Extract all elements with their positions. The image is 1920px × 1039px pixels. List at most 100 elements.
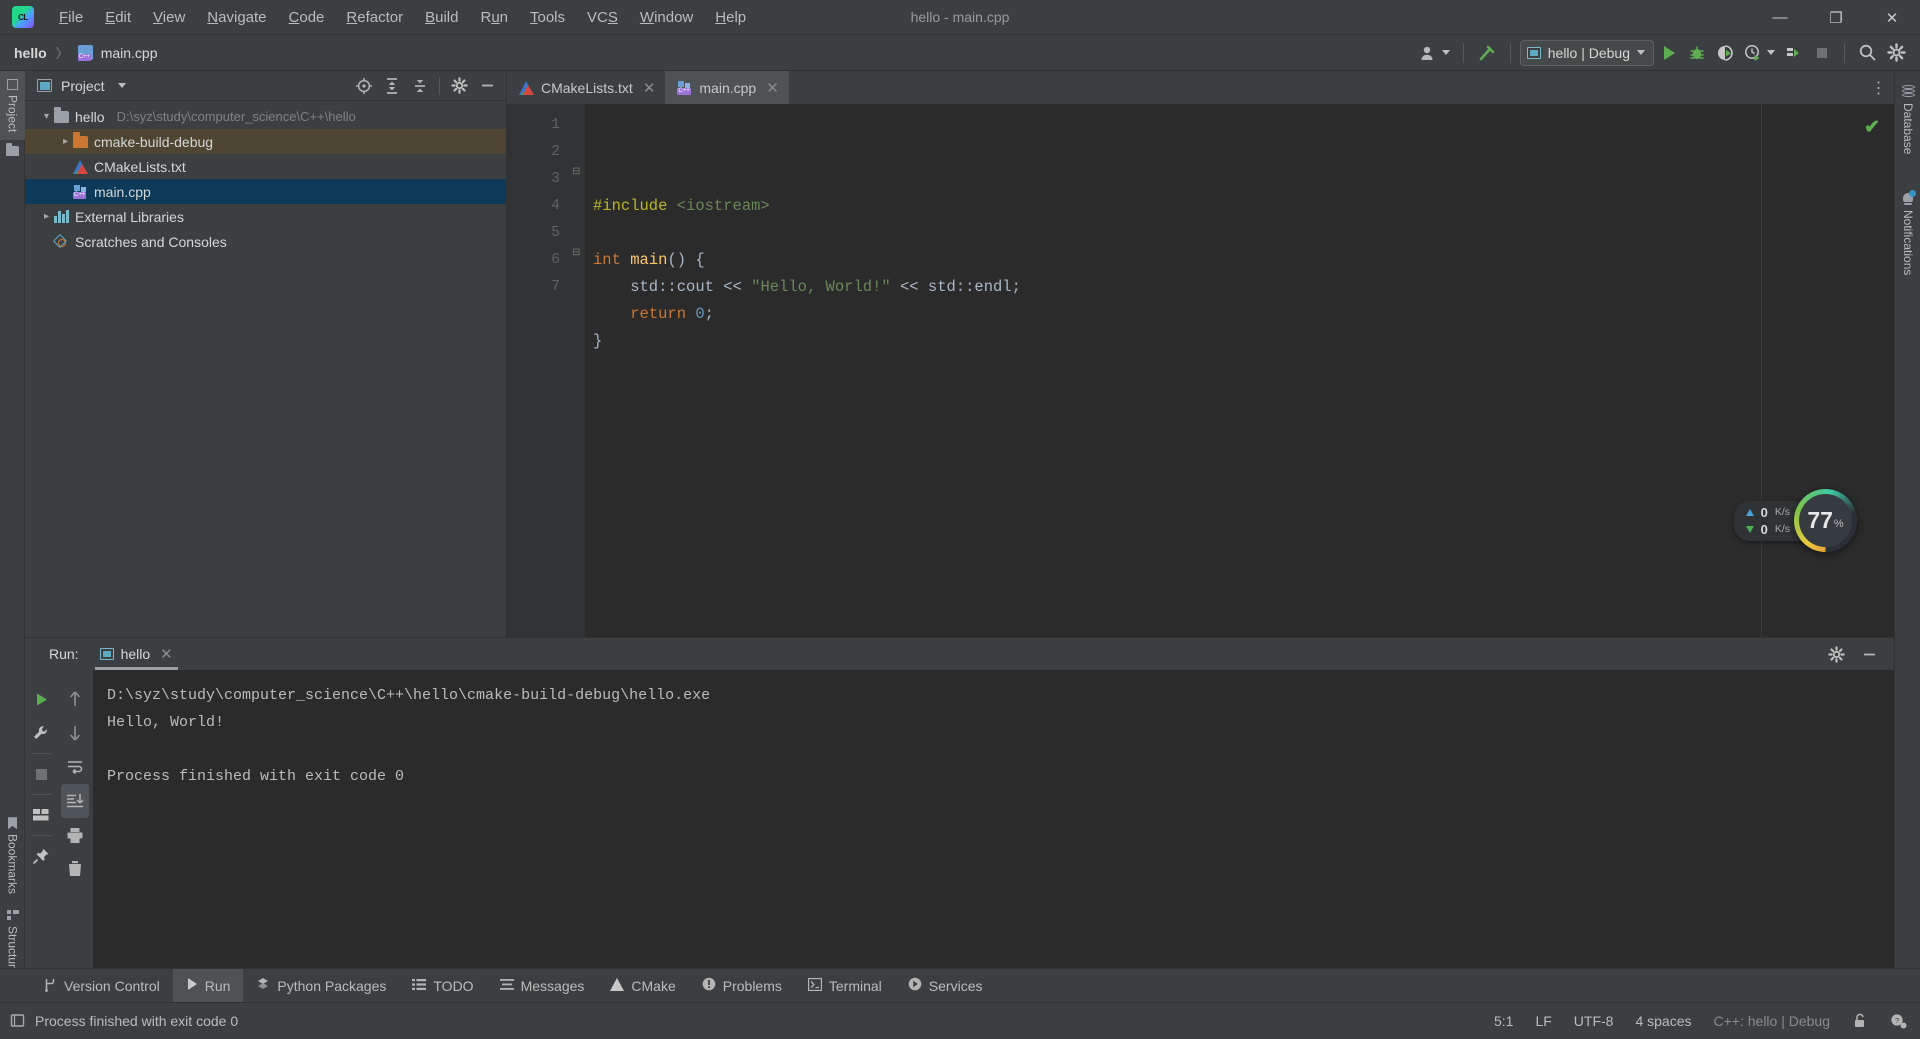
tree-item-external-libraries[interactable]: External Libraries xyxy=(25,204,506,229)
attach-process-icon[interactable] xyxy=(1781,40,1807,66)
settings-gear-icon[interactable] xyxy=(1883,40,1910,66)
wrench-settings-icon[interactable] xyxy=(27,716,55,750)
code-folding-gutter[interactable]: ⊟ ⊟ xyxy=(569,104,585,637)
settings-gear-icon[interactable] xyxy=(447,74,472,98)
editor-tab-main-cpp[interactable]: C++ main.cpp ✕ xyxy=(665,71,789,104)
collapse-all-icon[interactable] xyxy=(407,74,432,98)
run-session-tab[interactable]: hello ✕ xyxy=(91,640,182,670)
menu-item-build[interactable]: Build xyxy=(414,5,469,30)
bottom-tab-version-control[interactable]: Version Control xyxy=(30,969,173,1003)
hide-panel-icon[interactable] xyxy=(475,74,500,98)
debug-icon[interactable] xyxy=(1684,40,1710,66)
close-button[interactable]: ✕ xyxy=(1864,0,1920,35)
menu-item-run[interactable]: Run xyxy=(469,5,519,30)
tree-item-hello[interactable]: hello D:\syz\study\computer_science\C++\h… xyxy=(25,104,506,129)
menu-item-edit[interactable]: Edit xyxy=(94,5,142,30)
minimize-button[interactable]: — xyxy=(1752,0,1808,35)
pin-icon[interactable] xyxy=(27,839,55,873)
breadcrumb-project[interactable]: hello xyxy=(14,45,47,61)
expand-all-icon[interactable] xyxy=(379,74,404,98)
code-line[interactable] xyxy=(585,220,1894,247)
bottom-tab-python-packages[interactable]: Python Packages xyxy=(243,969,399,1003)
line-separator[interactable]: LF xyxy=(1535,1013,1551,1029)
bottom-tab-cmake[interactable]: CMake xyxy=(597,969,688,1003)
code-line[interactable]: } xyxy=(585,328,1894,355)
code-content[interactable]: #include <iostream> int main() { std::co… xyxy=(585,104,1894,637)
lock-icon[interactable] xyxy=(1852,1013,1868,1029)
hide-panel-icon[interactable] xyxy=(1857,642,1882,666)
code-line[interactable] xyxy=(585,355,1894,382)
bottom-tab-services[interactable]: Services xyxy=(895,969,996,1003)
menu-item-view[interactable]: View xyxy=(142,5,196,30)
stop-icon[interactable] xyxy=(27,757,55,791)
indent-setting[interactable]: 4 spaces xyxy=(1635,1013,1691,1029)
rerun-icon[interactable] xyxy=(27,682,55,716)
stop-icon[interactable] xyxy=(1809,40,1835,66)
menu-item-help[interactable]: Help xyxy=(704,5,757,30)
down-arrow-icon[interactable] xyxy=(61,716,89,750)
menu-item-refactor[interactable]: Refactor xyxy=(335,5,414,30)
bottom-tab-messages[interactable]: Messages xyxy=(487,969,598,1003)
close-icon[interactable]: ✕ xyxy=(643,79,656,97)
run-configuration-selector[interactable]: hello | Debug xyxy=(1519,39,1654,66)
fold-icon-close[interactable]: ⊟ xyxy=(572,247,580,258)
console-output[interactable]: D:\syz\study\computer_science\C++\hello\… xyxy=(93,670,1894,983)
maximize-button[interactable]: ❐ xyxy=(1808,0,1864,35)
cpu-usage-gauge[interactable]: 77 % xyxy=(1794,489,1857,552)
scroll-to-end-icon[interactable] xyxy=(61,784,89,818)
menu-item-file[interactable]: File xyxy=(48,5,94,30)
settings-gear-icon[interactable] xyxy=(1824,642,1849,666)
user-avatar-icon[interactable] xyxy=(1416,40,1454,66)
menu-item-navigate[interactable]: Navigate xyxy=(196,5,277,30)
run-icon[interactable] xyxy=(1656,40,1682,66)
tree-item-scratches-and-consoles[interactable]: Scratches and Consoles xyxy=(25,229,506,254)
menu-item-vcs[interactable]: VCS xyxy=(576,5,629,30)
tree-item-main-cpp[interactable]: C++ main.cpp xyxy=(25,179,506,204)
bottom-tab-todo[interactable]: TODO xyxy=(399,969,486,1003)
file-encoding[interactable]: UTF-8 xyxy=(1574,1013,1614,1029)
menu-bar[interactable]: File Edit View Navigate Code Refactor Build Run… xyxy=(48,5,757,30)
tree-item-cmakelists-txt[interactable]: CMakeLists.txt xyxy=(25,154,506,179)
menu-item-tools[interactable]: Tools xyxy=(519,5,576,30)
editor-tabs-more-icon[interactable]: ⋮ xyxy=(1864,71,1894,104)
sidebar-item-bookmarks[interactable]: Bookmarks xyxy=(0,809,25,902)
soft-wrap-icon[interactable] xyxy=(61,750,89,784)
hammer-build-icon[interactable] xyxy=(1473,40,1501,66)
code-editor[interactable]: 1 2 3 4 5 6 7 ⊟ ⊟ #include <iostream> int main… xyxy=(507,104,1894,637)
code-line[interactable]: #include <iostream> xyxy=(585,193,1894,220)
trash-icon[interactable] xyxy=(61,852,89,886)
fold-icon-open[interactable]: ⊟ xyxy=(572,166,580,177)
code-line[interactable]: std::cout << "Hello, World!" << std::end… xyxy=(585,274,1894,301)
chevron-down-icon[interactable] xyxy=(117,83,126,88)
run-with-coverage-icon[interactable] xyxy=(1712,40,1738,66)
chevron-right-icon[interactable] xyxy=(58,136,73,147)
close-icon[interactable]: ✕ xyxy=(160,645,173,663)
layout-icon[interactable] xyxy=(27,798,55,832)
tree-item-cmake-build-debug[interactable]: cmake-build-debug xyxy=(25,129,506,154)
performance-widget[interactable]: 0 K/s 0 K/s 77 % xyxy=(1733,489,1857,552)
code-line[interactable]: return 0; xyxy=(585,301,1894,328)
editor-tab-cmakelists-txt[interactable]: CMakeLists.txt ✕ xyxy=(507,71,665,104)
code-line[interactable]: int main() { xyxy=(585,247,1894,274)
menu-item-code[interactable]: Code xyxy=(278,5,336,30)
toolchain-label[interactable]: C++: hello | Debug xyxy=(1714,1013,1831,1029)
menu-item-window[interactable]: Window xyxy=(629,5,704,30)
caret-position[interactable]: 5:1 xyxy=(1494,1013,1513,1029)
breadcrumb-file[interactable]: main.cpp xyxy=(101,45,158,61)
chevron-right-icon[interactable] xyxy=(39,211,54,222)
select-opened-file-icon[interactable] xyxy=(351,74,376,98)
bottom-tab-terminal[interactable]: Terminal xyxy=(795,969,895,1003)
print-icon[interactable] xyxy=(61,818,89,852)
inspection-level-icon[interactable]: ? xyxy=(1890,1013,1907,1029)
close-icon[interactable]: ✕ xyxy=(766,79,779,97)
sidebar-item-database[interactable]: Database xyxy=(1895,77,1920,162)
profile-icon[interactable] xyxy=(1740,40,1779,66)
sidebar-item-project[interactable]: Project xyxy=(0,71,25,141)
sidebar-item-notifications[interactable]: Notifications xyxy=(1895,184,1920,283)
inspection-status-icon[interactable]: ✔ xyxy=(1864,116,1880,139)
bottom-tab-problems[interactable]: Problems xyxy=(689,969,795,1003)
up-arrow-icon[interactable] xyxy=(61,682,89,716)
chevron-down-icon[interactable] xyxy=(39,111,54,122)
bottom-tab-run[interactable]: Run xyxy=(172,968,244,1003)
search-everywhere-icon[interactable] xyxy=(1854,40,1881,66)
